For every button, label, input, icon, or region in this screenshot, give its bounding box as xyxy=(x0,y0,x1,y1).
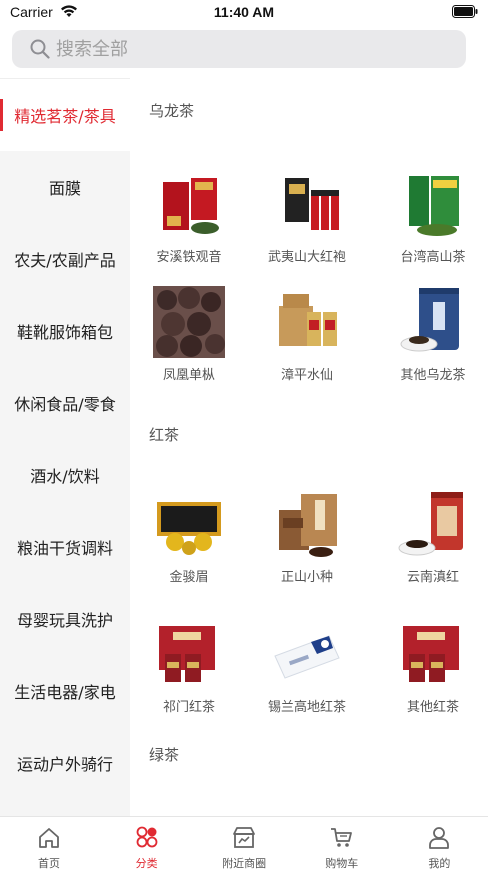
tea-box-white-icon xyxy=(274,635,340,679)
sidebar-item[interactable]: 农夫/农副产品 xyxy=(0,223,130,295)
sidebar-item[interactable]: 休闲食品/零食 xyxy=(0,367,130,439)
tab-label: 购物车 xyxy=(325,857,359,870)
home-icon xyxy=(39,828,59,848)
product-card[interactable]: 安溪铁观音 xyxy=(133,168,243,278)
tea-tin-blue-icon xyxy=(400,288,459,352)
cart-icon xyxy=(330,828,352,847)
tab-label: 分类 xyxy=(135,857,158,870)
sidebar-item-label: 精选茗茶/茶具 xyxy=(14,107,116,126)
product-card[interactable]: 锡兰高地红茶 xyxy=(251,618,361,728)
tea-tin-red-icon xyxy=(398,492,463,556)
tab-bar: 首页 分类 附近商圈 购物车 我的 xyxy=(0,816,488,874)
product-card[interactable]: 其他乌龙茶 xyxy=(377,286,487,396)
product-card[interactable]: 云南滇红 xyxy=(377,488,487,598)
sidebar-item[interactable]: 酒水/饮料 xyxy=(0,439,130,511)
search-box[interactable] xyxy=(12,30,466,68)
sidebar-item-label: 农夫/农副产品 xyxy=(14,251,116,270)
tea-gift-red-icon xyxy=(159,626,215,682)
product-card[interactable]: 漳平水仙 xyxy=(251,286,361,396)
store-icon xyxy=(233,827,256,848)
product-label: 武夷山大红袍 xyxy=(267,250,346,265)
product-label: 漳平水仙 xyxy=(280,368,333,383)
sidebar-item-label: 酒水/饮料 xyxy=(30,467,100,486)
sidebar-item[interactable]: 生活电器/家电 xyxy=(0,655,130,727)
section-title: 乌龙茶 xyxy=(149,102,195,120)
sidebar-item-label: 休闲食品/零食 xyxy=(14,395,116,414)
tab-label: 我的 xyxy=(428,857,451,870)
category-sidebar: 精选茗茶/茶具 面膜农夫/农副产品 鞋靴服饰箱包 休闲食品/零食 酒水/饮料粮油干货调料… xyxy=(0,78,130,816)
product-card[interactable]: 祁门红茶 xyxy=(133,618,243,728)
clock: 11:40 AM xyxy=(213,4,275,20)
tab-label: 附近商圈 xyxy=(222,857,267,870)
product-card[interactable]: 其他红茶 xyxy=(377,618,487,728)
battery-icon xyxy=(452,5,478,18)
tab-store[interactable]: 附近商圈 xyxy=(195,817,293,874)
sidebar-item[interactable]: 母婴玩具洗护 xyxy=(0,583,130,655)
product-label: 金骏眉 xyxy=(169,570,209,585)
tea-box-black-icon xyxy=(285,178,339,230)
sidebar-item[interactable]: 精选茗茶/茶具 xyxy=(0,79,130,151)
tea-gift-red-icon xyxy=(403,626,459,682)
tab-label: 首页 xyxy=(38,857,60,870)
product-card[interactable]: 金骏眉 xyxy=(133,488,243,598)
sidebar-item-label: 鞋靴服饰箱包 xyxy=(16,323,113,342)
tab-category[interactable]: 分类 xyxy=(98,817,196,874)
tab-cart[interactable]: 购物车 xyxy=(293,817,391,874)
search-bar xyxy=(0,26,488,76)
tea-box-green-icon xyxy=(409,176,459,236)
tab-home[interactable]: 首页 xyxy=(0,817,98,874)
product-card[interactable]: 凤凰单枞 xyxy=(133,286,243,396)
sidebar-item-label: 粮油干货调料 xyxy=(16,539,113,558)
sidebar-item[interactable]: 鞋靴服饰箱包 xyxy=(0,295,130,367)
category-content: 乌龙茶安溪铁观音 武夷山大红袍 台湾高山茶凤凰单枞 漳平水仙 其他乌龙茶红茶金骏眉 正山小… xyxy=(130,78,488,816)
product-label: 凤凰单枞 xyxy=(162,368,215,383)
product-label: 锡兰高地红茶 xyxy=(267,700,346,715)
section-title: 红茶 xyxy=(149,426,180,444)
tea-box-kraft-icon xyxy=(279,294,337,346)
product-label: 安溪铁观音 xyxy=(156,250,222,265)
tea-box-red-icon xyxy=(163,178,219,234)
product-label: 台湾高山茶 xyxy=(400,250,466,265)
product-card[interactable]: 武夷山大红袍 xyxy=(251,168,361,278)
section-title: 绿茶 xyxy=(149,746,180,764)
product-label: 其他乌龙茶 xyxy=(400,368,466,383)
product-label: 其他红茶 xyxy=(406,700,459,715)
sidebar-item[interactable]: 运动户外骑行 xyxy=(0,727,130,799)
product-label: 云南滇红 xyxy=(406,570,459,585)
product-card[interactable]: 正山小种 xyxy=(251,488,361,598)
search-icon xyxy=(30,39,50,59)
category-icon xyxy=(136,826,157,848)
profile-icon xyxy=(429,827,450,849)
status-bar: Carrier 11:40 AM xyxy=(0,0,488,26)
search-input[interactable] xyxy=(56,35,436,63)
sidebar-item-label: 运动户外骑行 xyxy=(16,755,113,774)
tab-profile[interactable]: 我的 xyxy=(390,817,488,874)
sidebar-item-label: 母婴玩具洗护 xyxy=(16,611,113,630)
sidebar-item[interactable]: 面膜 xyxy=(0,151,130,223)
tea-box-brown-icon xyxy=(279,494,337,557)
tea-set-gold-icon xyxy=(157,502,221,555)
tea-leaves-icon xyxy=(153,286,225,358)
sidebar-item-label: 生活电器/家电 xyxy=(14,683,116,702)
product-label: 正山小种 xyxy=(280,570,333,585)
product-label: 祁门红茶 xyxy=(162,700,215,715)
sidebar-item-label: 面膜 xyxy=(48,179,81,198)
product-card[interactable]: 台湾高山茶 xyxy=(377,168,487,278)
sidebar-item[interactable]: 粮油干货调料 xyxy=(0,511,130,583)
